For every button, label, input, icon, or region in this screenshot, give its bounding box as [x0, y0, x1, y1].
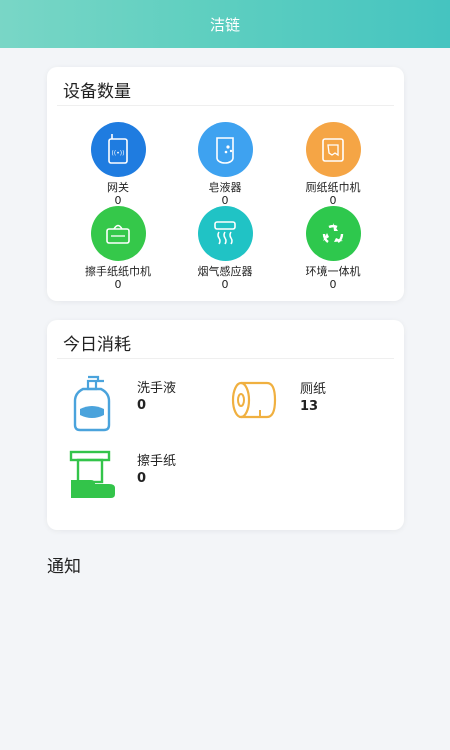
device-label: 皂液器 [208, 181, 242, 194]
device-smoke-sensor[interactable]: 烟气感应器 0 [165, 206, 285, 291]
soap-dispenser-icon [197, 122, 253, 177]
divider [57, 358, 394, 359]
hand-soap-bottle-icon [71, 375, 113, 437]
device-label: 烟气感应器 [197, 265, 253, 278]
device-label: 网关 [107, 181, 129, 194]
toilet-roll-icon [230, 380, 278, 426]
device-hand-towel-dispenser[interactable]: 擦手纸纸巾机 0 [58, 206, 178, 291]
device-label: 擦手纸纸巾机 [85, 265, 151, 278]
device-count-title: 设备数量 [63, 82, 131, 102]
notifications-list [47, 585, 404, 745]
consumption-value: 0 [137, 398, 147, 413]
device-count: 0 [221, 278, 229, 291]
device-count: 0 [329, 278, 337, 291]
environment-monitor-icon [305, 206, 361, 261]
hand-towel-dispenser-icon [90, 206, 146, 261]
device-gateway[interactable]: ((•)) 网关 0 [58, 122, 178, 207]
hand-towel-icon [69, 450, 119, 506]
consumption-toilet-paper: 厕纸 13 [230, 380, 326, 426]
toilet-paper-dispenser-icon [305, 122, 361, 177]
consumption-label: 擦手纸 [137, 454, 177, 469]
svg-text:((•)): ((•)) [112, 150, 125, 157]
device-count-card: 设备数量 ((•)) 网关 0 皂液器 0 厕纸纸巾机 0 擦手纸纸巾机 0 烟… [47, 67, 404, 301]
gateway-icon: ((•)) [90, 122, 146, 177]
consumption-hand-soap: 洗手液 0 [71, 375, 176, 437]
consumption-hand-towel: 擦手纸 0 [69, 450, 176, 506]
device-label: 厕纸纸巾机 [305, 181, 361, 194]
today-consumption-card: 今日消耗 洗手液 0 厕纸 13 擦手纸 0 [47, 320, 404, 530]
device-environment-monitor[interactable]: 环境一体机 0 [273, 206, 393, 291]
consumption-value: 13 [300, 399, 319, 414]
device-label: 环境一体机 [305, 265, 361, 278]
consumption-value: 0 [137, 471, 147, 486]
device-count: 0 [114, 278, 122, 291]
consumption-title: 今日消耗 [63, 335, 131, 355]
device-soap-dispenser[interactable]: 皂液器 0 [165, 122, 285, 207]
app-header: 洁链 [0, 0, 450, 48]
consumption-label: 洗手液 [137, 381, 177, 396]
consumption-label: 厕纸 [300, 382, 327, 397]
notifications-title: 通知 [47, 557, 81, 577]
smoke-sensor-icon [197, 206, 253, 261]
app-title: 洁链 [209, 15, 240, 34]
divider [57, 105, 394, 106]
device-toilet-paper-dispenser[interactable]: 厕纸纸巾机 0 [273, 122, 393, 207]
